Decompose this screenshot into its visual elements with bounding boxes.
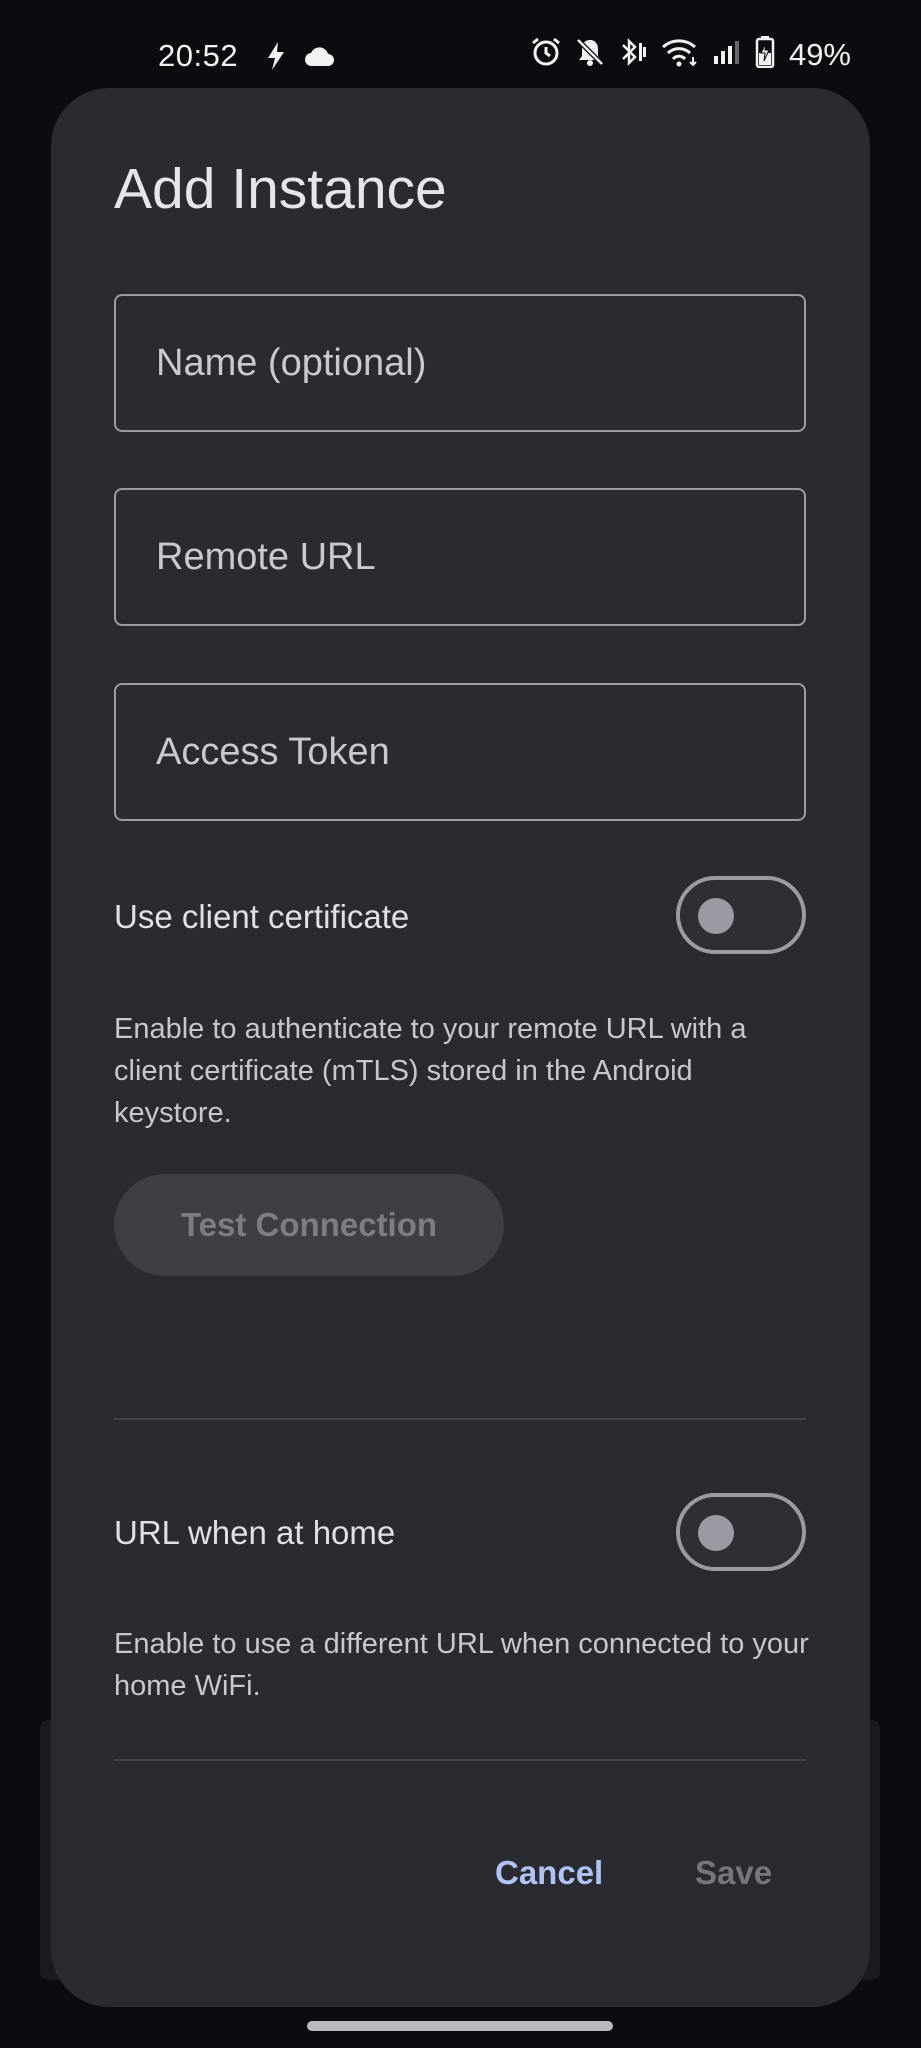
client-cert-toggle[interactable] — [676, 876, 806, 954]
status-time: 20:52 — [158, 38, 239, 73]
home-url-toggle[interactable] — [676, 1493, 806, 1571]
status-bar: 20:52 49% — [0, 0, 921, 90]
toggle-knob — [698, 1515, 734, 1551]
name-input[interactable] — [116, 296, 804, 430]
status-right-icons: 49% — [531, 36, 851, 73]
access-token-input[interactable] — [116, 685, 804, 819]
dialog-title: Add Instance — [114, 157, 447, 221]
bluetooth-icon — [619, 37, 647, 72]
divider — [114, 1759, 806, 1761]
access-token-field[interactable] — [114, 683, 806, 821]
toggle-knob — [698, 898, 734, 934]
cancel-button[interactable]: Cancel — [495, 1854, 603, 1892]
cloud-icon — [304, 46, 334, 71]
home-url-help: Enable to use a different URL when conne… — [114, 1628, 809, 1702]
battery-charging-icon — [755, 36, 775, 73]
client-cert-help: Enable to authenticate to your remote UR… — [114, 1013, 747, 1129]
alarm-icon — [531, 37, 561, 72]
remote-url-field[interactable] — [114, 488, 806, 626]
gesture-nav-bar[interactable] — [307, 2021, 613, 2031]
home-url-label: URL when at home — [114, 1514, 396, 1551]
divider — [114, 1418, 806, 1420]
wifi-icon — [661, 37, 699, 72]
status-left-icons — [266, 42, 334, 75]
save-button[interactable]: Save — [695, 1854, 772, 1892]
signal-icon — [713, 40, 741, 69]
bell-off-icon — [575, 37, 605, 72]
client-cert-label: Use client certificate — [114, 898, 410, 935]
test-connection-button[interactable]: Test Connection — [114, 1174, 504, 1276]
flash-icon — [266, 42, 286, 75]
name-field[interactable] — [114, 294, 806, 432]
battery-percent: 49% — [788, 36, 851, 72]
add-instance-dialog: Add Instance Use client certificate Enab… — [51, 88, 870, 2007]
remote-url-input[interactable] — [116, 490, 804, 624]
